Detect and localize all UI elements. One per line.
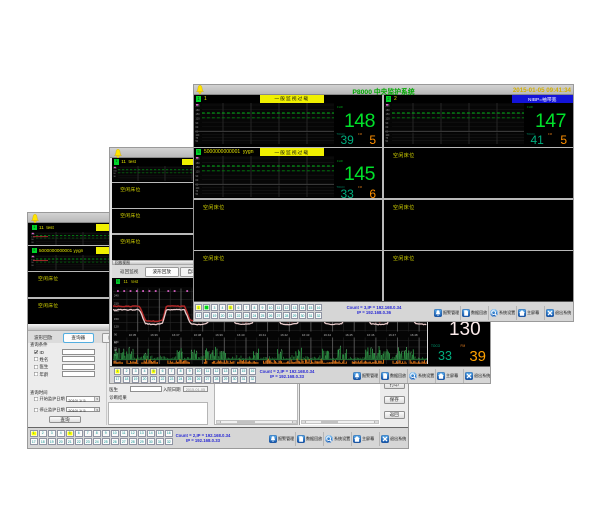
svg-text:25: 25	[114, 359, 117, 363]
svg-text:16:46: 16:46	[366, 332, 374, 336]
svg-text:16:37: 16:37	[172, 332, 180, 336]
svg-text:90: 90	[114, 332, 118, 336]
svg-text:16:40: 16:40	[237, 332, 245, 336]
svg-text:240: 240	[114, 293, 119, 297]
svg-text:16:48: 16:48	[410, 332, 418, 336]
svg-text:120: 120	[195, 171, 200, 174]
svg-text:150: 150	[114, 316, 119, 320]
svg-text:150: 150	[195, 166, 200, 169]
svg-text:100: 100	[114, 340, 119, 344]
svg-text:16:36: 16:36	[150, 332, 158, 336]
svg-text:120: 120	[385, 117, 390, 120]
svg-text:16:42: 16:42	[280, 332, 288, 336]
svg-text:180: 180	[195, 108, 200, 111]
svg-text:16:39: 16:39	[215, 332, 223, 336]
svg-text:120: 120	[195, 117, 200, 120]
svg-text:16:38: 16:38	[193, 332, 201, 336]
svg-text:150: 150	[195, 113, 200, 116]
svg-text:16:41: 16:41	[258, 332, 266, 336]
svg-text:16:45: 16:45	[345, 332, 353, 336]
svg-text:210: 210	[114, 301, 119, 305]
svg-text:16:47: 16:47	[388, 332, 396, 336]
svg-text:120: 120	[114, 324, 119, 328]
svg-text:180: 180	[195, 162, 200, 165]
svg-text:16:43: 16:43	[301, 332, 309, 336]
svg-text:150: 150	[385, 113, 390, 116]
svg-text:16:35: 16:35	[128, 332, 136, 336]
svg-text:180: 180	[385, 108, 390, 111]
svg-text:16:44: 16:44	[323, 332, 331, 336]
svg-text:75: 75	[114, 346, 117, 350]
